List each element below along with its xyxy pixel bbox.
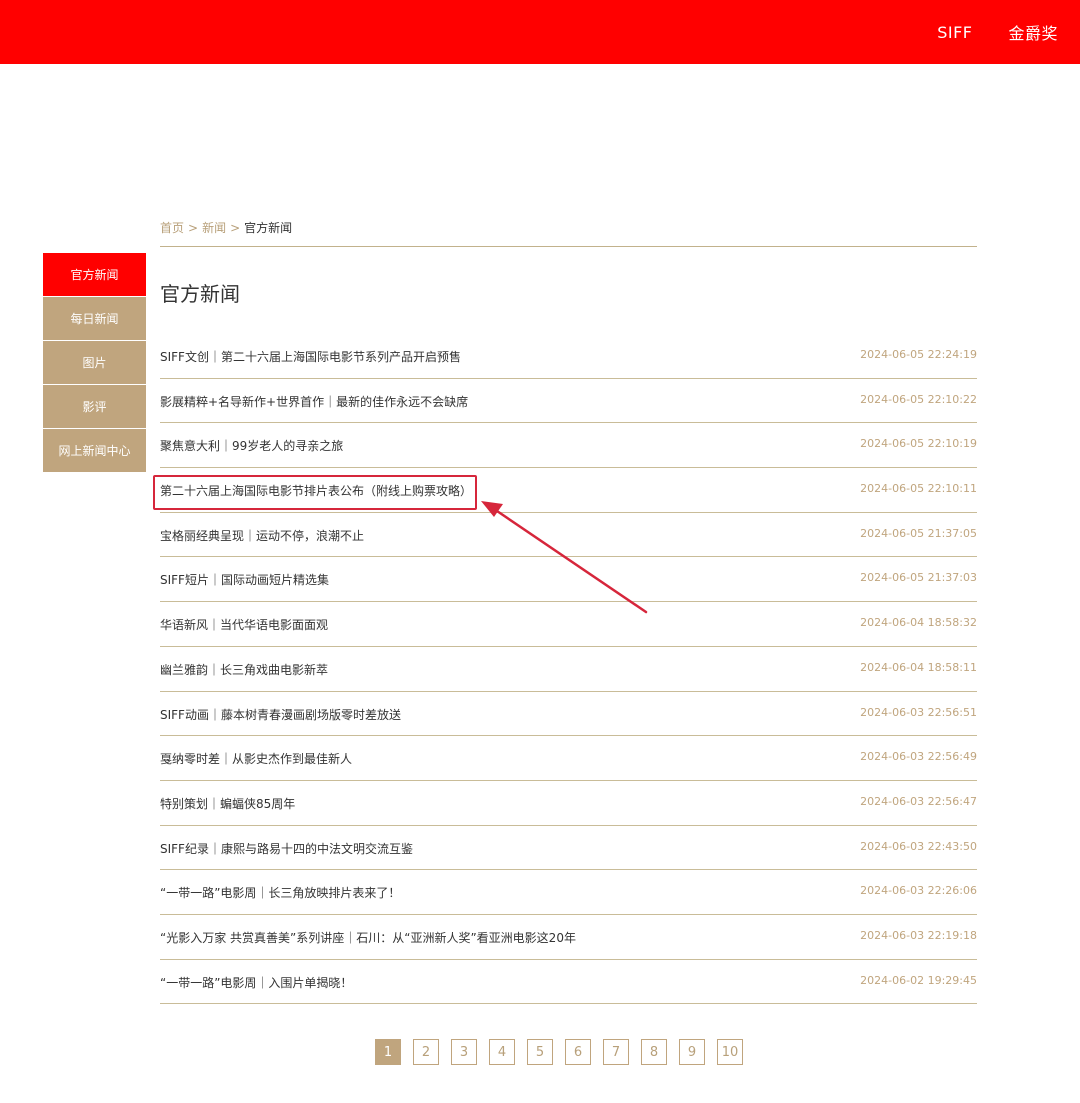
news-title-link-highlighted[interactable]: 第二十六届上海国际电影节排片表公布（附线上购票攻略） <box>160 482 472 499</box>
news-date: 2024-06-03 22:56:51 <box>860 705 977 719</box>
page-title: 官方新闻 <box>160 282 240 306</box>
news-row: 影展精粹+名导新作+世界首作｜最新的佳作永远不会缺席 2024-06-05 22:… <box>160 379 977 424</box>
news-title-link[interactable]: SIFF短片｜国际动画短片精选集 <box>160 571 329 588</box>
page-button[interactable]: 8 <box>641 1039 667 1065</box>
news-row: SIFF文创｜第二十六届上海国际电影节系列产品开启预售 2024-06-05 22… <box>160 334 977 379</box>
news-date: 2024-06-03 22:56:47 <box>860 794 977 808</box>
news-row: SIFF动画｜藤本树青春漫画剧场版零时差放送 2024-06-03 22:56:5… <box>160 692 977 737</box>
page-button[interactable]: 7 <box>603 1039 629 1065</box>
page-button[interactable]: 5 <box>527 1039 553 1065</box>
news-date: 2024-06-05 22:10:11 <box>860 482 977 496</box>
breadcrumb-current: 官方新闻 <box>244 221 293 235</box>
news-title-link[interactable]: 幽兰雅韵｜长三角戏曲电影新萃 <box>160 661 328 678</box>
news-row: “一带一路”电影周｜入围片单揭晓！ 2024-06-02 19:29:45 <box>160 960 977 1005</box>
news-title-link[interactable]: 特别策划｜蝙蝠侠85周年 <box>160 795 295 812</box>
news-title-link[interactable]: SIFF纪录｜康熙与路易十四的中法文明交流互鉴 <box>160 840 413 857</box>
sidebar-menu: 官方新闻 每日新闻 图片 影评 网上新闻中心 <box>43 253 146 473</box>
news-date: 2024-06-03 22:26:06 <box>860 884 977 898</box>
news-date: 2024-06-05 21:37:03 <box>860 571 977 585</box>
news-row: SIFF纪录｜康熙与路易十四的中法文明交流互鉴 2024-06-03 22:43:… <box>160 826 977 871</box>
news-date: 2024-06-05 21:37:05 <box>860 526 977 540</box>
news-row: SIFF短片｜国际动画短片精选集 2024-06-05 21:37:03 <box>160 557 977 603</box>
news-date: 2024-06-02 19:29:45 <box>860 973 977 987</box>
news-row: “一带一路”电影周｜长三角放映排片表来了！ 2024-06-03 22:26:06 <box>160 870 977 915</box>
news-title-link[interactable]: “一带一路”电影周｜长三角放映排片表来了！ <box>160 884 400 901</box>
news-date: 2024-06-04 18:58:32 <box>860 616 977 630</box>
news-row: “光影入万家 共赏真善美”系列讲座｜石川：从“亚洲新人奖”看亚洲电影这20年 20… <box>160 915 977 960</box>
page-button[interactable]: 4 <box>489 1039 515 1065</box>
breadcrumb-home[interactable]: 首页 <box>160 221 184 235</box>
pagination: 1 2 3 4 5 6 7 8 9 10 <box>375 1039 743 1065</box>
news-title-link[interactable]: SIFF文创｜第二十六届上海国际电影节系列产品开启预售 <box>160 348 461 365</box>
news-title-link[interactable]: 影展精粹+名导新作+世界首作｜最新的佳作永远不会缺席 <box>160 393 468 410</box>
news-row: 第二十六届上海国际电影节排片表公布（附线上购票攻略） 2024-06-05 22:… <box>160 468 977 513</box>
news-list: SIFF文创｜第二十六届上海国际电影节系列产品开启预售 2024-06-05 22… <box>160 334 977 1005</box>
news-row: 戛纳零时差｜从影史杰作到最佳新人 2024-06-03 22:56:49 <box>160 736 977 781</box>
sidebar-item-official-news[interactable]: 官方新闻 <box>43 253 146 296</box>
news-title-link[interactable]: 聚焦意大利｜99岁老人的寻亲之旅 <box>160 437 343 454</box>
sidebar-item-reviews[interactable]: 影评 <box>43 385 146 428</box>
nav-link-siff[interactable]: SIFF <box>937 23 972 42</box>
news-row: 宝格丽经典呈现｜运动不停，浪潮不止 2024-06-05 21:37:05 <box>160 513 977 558</box>
news-row: 华语新风｜当代华语电影面面观 2024-06-04 18:58:32 <box>160 602 977 647</box>
top-header-bar: SIFF 金爵奖 <box>0 0 1080 64</box>
breadcrumb: 首页 > 新闻 > 官方新闻 <box>160 219 292 236</box>
news-row: 幽兰雅韵｜长三角戏曲电影新萃 2024-06-04 18:58:11 <box>160 647 977 692</box>
news-date: 2024-06-03 22:43:50 <box>860 839 977 853</box>
news-title-link[interactable]: 华语新风｜当代华语电影面面观 <box>160 616 328 633</box>
breadcrumb-separator: > <box>230 221 241 235</box>
news-row: 聚焦意大利｜99岁老人的寻亲之旅 2024-06-05 22:10:19 <box>160 423 977 469</box>
news-date: 2024-06-03 22:56:49 <box>860 750 977 764</box>
sidebar-item-photos[interactable]: 图片 <box>43 341 146 384</box>
news-date: 2024-06-05 22:10:19 <box>860 437 977 451</box>
page-button[interactable]: 9 <box>679 1039 705 1065</box>
page-button[interactable]: 2 <box>413 1039 439 1065</box>
page-button-current[interactable]: 1 <box>375 1039 401 1065</box>
sidebar-item-online-newsroom[interactable]: 网上新闻中心 <box>43 429 146 472</box>
breadcrumb-news[interactable]: 新闻 <box>202 221 226 235</box>
page-button[interactable]: 6 <box>565 1039 591 1065</box>
news-title-link[interactable]: SIFF动画｜藤本树青春漫画剧场版零时差放送 <box>160 706 401 723</box>
news-title-link[interactable]: “一带一路”电影周｜入围片单揭晓！ <box>160 974 352 991</box>
news-row: 特别策划｜蝙蝠侠85周年 2024-06-03 22:56:47 <box>160 781 977 826</box>
news-date: 2024-06-05 22:24:19 <box>860 348 977 361</box>
breadcrumb-separator: > <box>188 221 199 235</box>
news-title-link[interactable]: “光影入万家 共赏真善美”系列讲座｜石川：从“亚洲新人奖”看亚洲电影这20年 <box>160 929 576 946</box>
breadcrumb-divider <box>160 246 977 247</box>
news-title-link[interactable]: 宝格丽经典呈现｜运动不停，浪潮不止 <box>160 527 364 544</box>
sidebar-item-daily-news[interactable]: 每日新闻 <box>43 297 146 340</box>
top-nav: SIFF 金爵奖 <box>937 0 1058 64</box>
news-title-link[interactable]: 戛纳零时差｜从影史杰作到最佳新人 <box>160 750 352 767</box>
news-date: 2024-06-05 22:10:22 <box>860 392 977 406</box>
nav-link-golden-goblet[interactable]: 金爵奖 <box>1008 20 1058 44</box>
page-button[interactable]: 10 <box>717 1039 743 1065</box>
news-date: 2024-06-03 22:19:18 <box>860 928 977 942</box>
page-button[interactable]: 3 <box>451 1039 477 1065</box>
news-date: 2024-06-04 18:58:11 <box>860 660 977 674</box>
